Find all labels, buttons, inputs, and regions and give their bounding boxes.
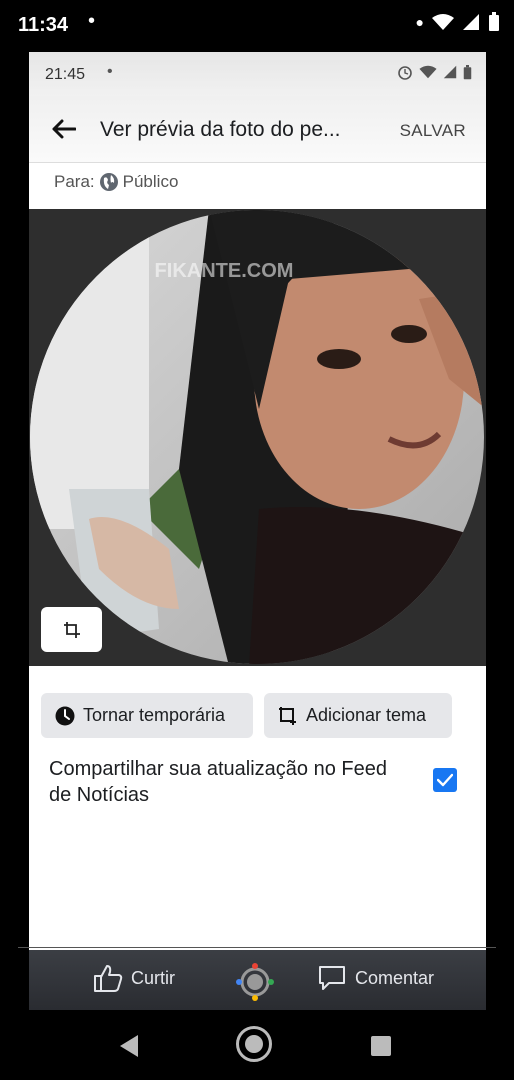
audience-value: Público: [122, 172, 179, 191]
inner-notification-dot: •: [107, 63, 113, 80]
nav-home-button[interactable]: [236, 1026, 272, 1062]
like-label: Curtir: [131, 967, 175, 988]
home-icon: [245, 1035, 263, 1053]
comment-icon: [319, 966, 345, 990]
wifi-icon: [419, 65, 437, 79]
nav-back-icon[interactable]: [118, 1034, 140, 1058]
notification-dot-icon: ●: [415, 14, 424, 30]
crop-button[interactable]: [41, 607, 102, 652]
add-theme-label: Adicionar tema: [306, 705, 427, 725]
wifi-icon: [432, 14, 454, 30]
audience-prefix: Para:: [54, 172, 95, 191]
app-screen: 21:45 • Ver prévia da foto do pe... SALV…: [29, 52, 486, 1010]
outer-notification-dot: •: [88, 10, 96, 32]
share-to-feed-label: Compartilhar sua atualização no Feed de …: [49, 758, 387, 806]
like-button[interactable]: Curtir: [93, 964, 175, 992]
inner-status-time: 21:45: [45, 66, 86, 83]
thumbs-up-icon: [94, 965, 123, 992]
divider: [18, 947, 496, 948]
share-to-feed-checkbox[interactable]: [433, 768, 457, 792]
arrow-left-icon: [52, 119, 76, 139]
back-button[interactable]: [49, 116, 79, 142]
navigation-bar: [0, 1010, 514, 1080]
globe-icon: [99, 173, 118, 191]
inner-status-bar: 21:45 •: [29, 52, 486, 96]
clock-icon: [55, 706, 75, 725]
comment-label: Comentar: [355, 967, 435, 988]
cell-signal-icon: [463, 14, 479, 30]
page-title: Ver prévia da foto do pe...: [100, 118, 341, 141]
outer-status-bar: 11:34 • ●: [0, 0, 514, 52]
audience-selector[interactable]: Para: Público: [54, 172, 178, 192]
outer-status-icons: ●: [416, 12, 500, 32]
watermark-text: FIKANTE.COM: [155, 260, 294, 282]
add-theme-button[interactable]: Adicionar tema: [264, 693, 452, 738]
cell-signal-icon: [443, 65, 457, 79]
frame-add-icon: [279, 706, 296, 725]
inner-status-icons: [397, 64, 472, 80]
profile-photo-image: FIKANTE.COM: [29, 209, 486, 666]
make-temporary-label: Tornar temporária: [83, 705, 226, 725]
app-bar: Ver prévia da foto do pe... SALVAR: [29, 96, 486, 163]
alarm-icon: [398, 66, 412, 80]
save-button[interactable]: SALVAR: [400, 121, 466, 141]
make-temporary-button[interactable]: Tornar temporária: [41, 693, 253, 738]
profile-photo-preview[interactable]: FIKANTE.COM: [29, 209, 486, 666]
battery-icon: [463, 64, 472, 79]
assistant-icon[interactable]: [235, 962, 275, 1002]
outer-status-time: 11:34: [18, 14, 69, 36]
checkmark-icon: [437, 773, 453, 787]
battery-icon: [489, 12, 499, 31]
nav-recents-icon[interactable]: [371, 1036, 391, 1056]
comment-button[interactable]: Comentar: [317, 964, 434, 992]
reaction-bar: Curtir Comentar: [29, 950, 486, 1010]
crop-icon: [63, 621, 80, 638]
